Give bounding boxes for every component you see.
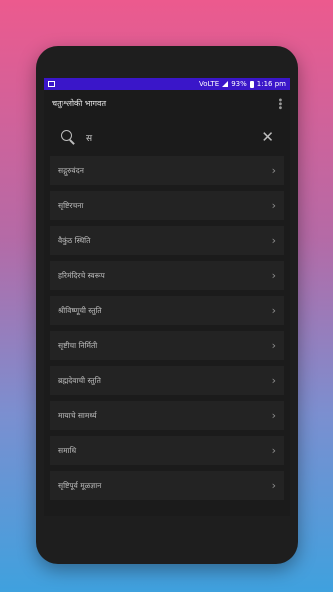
app-screen: VoLTE 93% 1:16 pm चतुःश्लोकी भागवत ••• स…	[44, 78, 290, 516]
list-item-label: समाधि	[58, 445, 77, 455]
list-item[interactable]: सद्गुरुवंदन ›	[50, 156, 284, 185]
chevron-right-icon: ›	[271, 199, 276, 212]
close-icon[interactable]: ✕	[261, 129, 274, 145]
list-item[interactable]: सृष्टीचा निर्मिती ›	[50, 331, 284, 360]
overflow-menu-icon[interactable]: •••	[274, 97, 285, 109]
list-item-label: सद्गुरुवंदन	[58, 165, 84, 175]
app-bar: चतुःश्लोकी भागवत •••	[44, 90, 290, 116]
status-bar: VoLTE 93% 1:16 pm	[44, 78, 290, 90]
search-bar: स ✕	[54, 124, 280, 150]
battery-percent: 93%	[231, 80, 247, 88]
app-title: चतुःश्लोकी भागवत	[52, 98, 107, 108]
list-item-label: ब्रह्मदेवाची स्तुति	[58, 375, 101, 385]
list-item-label: मायाचे सामर्थ्य	[58, 410, 97, 420]
list-item[interactable]: सृष्टिपूर्व मूळज्ञान ›	[50, 471, 284, 500]
list-item-label: सृष्टिपूर्व मूळज्ञान	[58, 480, 102, 490]
network-label: VoLTE	[199, 80, 220, 88]
chevron-right-icon: ›	[271, 479, 276, 492]
clock: 1:16 pm	[256, 80, 286, 88]
list-item[interactable]: ब्रह्मदेवाची स्तुति ›	[50, 366, 284, 395]
list-item-label: हरिमंदिरचे स्वरूप	[58, 270, 105, 280]
list-item-label: श्रीविष्णूची स्तुति	[58, 305, 102, 315]
list-item[interactable]: समाधि ›	[50, 436, 284, 465]
list-item[interactable]: मायाचे सामर्थ्य ›	[50, 401, 284, 430]
search-input[interactable]: स	[86, 131, 261, 144]
list-item-label: सृष्टिरचना	[58, 200, 84, 210]
image-notification-icon	[48, 81, 55, 87]
list-item[interactable]: वैकुंठ स्थिति ›	[50, 226, 284, 255]
search-icon	[60, 129, 76, 145]
list-item-label: वैकुंठ स्थिति	[58, 235, 91, 245]
chevron-right-icon: ›	[271, 304, 276, 317]
chevron-right-icon: ›	[271, 234, 276, 247]
chevron-right-icon: ›	[271, 339, 276, 352]
list-item[interactable]: हरिमंदिरचे स्वरूप ›	[50, 261, 284, 290]
list-item-label: सृष्टीचा निर्मिती	[58, 340, 98, 350]
chevron-right-icon: ›	[271, 444, 276, 457]
results-list: सद्गुरुवंदन › सृष्टिरचना › वैकुंठ स्थिति › …	[50, 156, 284, 500]
chevron-right-icon: ›	[271, 269, 276, 282]
list-item[interactable]: श्रीविष्णूची स्तुति ›	[50, 296, 284, 325]
list-item[interactable]: सृष्टिरचना ›	[50, 191, 284, 220]
chevron-right-icon: ›	[271, 374, 276, 387]
chevron-right-icon: ›	[271, 164, 276, 177]
signal-icon	[222, 81, 229, 87]
battery-icon	[249, 80, 254, 88]
chevron-right-icon: ›	[271, 409, 276, 422]
